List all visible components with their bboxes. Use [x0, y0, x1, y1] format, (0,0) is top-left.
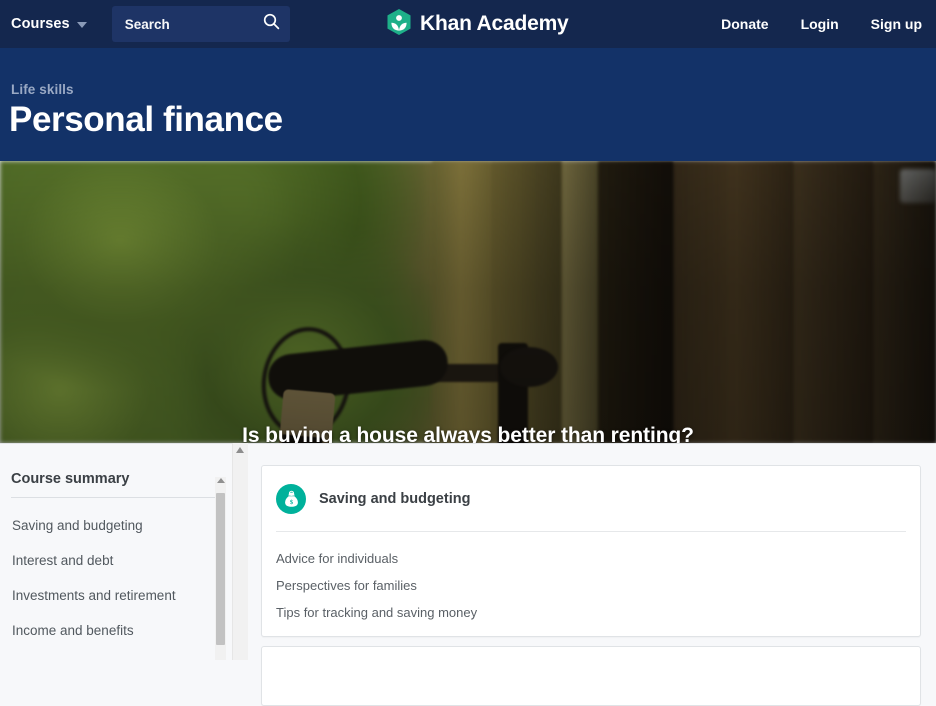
card-lesson-list: Advice for individuals Perspectives for …: [262, 532, 920, 626]
sidebar-divider: [11, 497, 215, 498]
course-summary-sidebar: Course summary Saving and budgeting Inte…: [0, 444, 215, 661]
brand-name: Khan Academy: [420, 12, 569, 35]
search-input[interactable]: Search: [111, 6, 290, 42]
chevron-down-icon: [76, 22, 87, 28]
card-header[interactable]: $ Saving and budgeting: [262, 466, 920, 514]
sidebar-scrollbar-thumb[interactable]: [216, 493, 225, 645]
course-content-section: Course summary Saving and budgeting Inte…: [0, 443, 936, 706]
courses-menu-label: Courses: [11, 16, 70, 32]
donate-link[interactable]: Donate: [721, 16, 768, 32]
sidebar-item-interest-and-debt[interactable]: Interest and debt: [0, 543, 215, 578]
lesson-link-advice-for-individuals[interactable]: Advice for individuals: [276, 545, 920, 572]
sidebar-item-income-and-benefits[interactable]: Income and benefits: [0, 613, 215, 648]
page-header: Life skills Personal finance: [0, 48, 936, 161]
hero-carousel: Is buying a house always better than ren…: [0, 161, 936, 443]
courses-menu-button[interactable]: Courses: [11, 16, 87, 32]
lesson-link-tips-for-tracking-and-saving[interactable]: Tips for tracking and saving money: [276, 599, 920, 626]
top-navigation-bar: Courses Search Khan Academy Donate Login…: [0, 0, 936, 48]
page-scroll-up-arrow-icon[interactable]: [236, 447, 244, 453]
course-unit-card-next: [261, 646, 921, 706]
course-unit-card: $ Saving and budgeting Advice for indivi…: [261, 465, 921, 637]
login-link[interactable]: Login: [801, 16, 839, 32]
course-cards-region: $ Saving and budgeting Advice for indivi…: [248, 444, 936, 706]
search-icon[interactable]: [263, 13, 280, 35]
search-placeholder: Search: [124, 16, 170, 32]
course-summary-list: Saving and budgeting Interest and debt I…: [0, 508, 215, 648]
hero-title: Is buying a house always better than ren…: [242, 424, 694, 443]
khan-academy-logo-link[interactable]: Khan Academy: [386, 0, 569, 48]
card-title: Saving and budgeting: [319, 491, 471, 507]
page-scrollbar[interactable]: [232, 443, 248, 660]
signup-link[interactable]: Sign up: [871, 16, 922, 32]
top-nav-links: Donate Login Sign up: [721, 0, 922, 48]
hero-overlay-scrim: [0, 161, 936, 443]
page-title: Personal finance: [9, 100, 283, 139]
sidebar-item-investments-and-retirement[interactable]: Investments and retirement: [0, 578, 215, 613]
breadcrumb[interactable]: Life skills: [11, 82, 74, 97]
lesson-link-perspectives-for-families[interactable]: Perspectives for families: [276, 572, 920, 599]
money-bag-icon: $: [276, 484, 306, 514]
sidebar-scroll-up-arrow-icon[interactable]: [217, 478, 225, 483]
course-summary-heading: Course summary: [11, 471, 130, 487]
sidebar-item-saving-and-budgeting[interactable]: Saving and budgeting: [0, 508, 215, 543]
khan-academy-leaf-icon: [386, 8, 412, 41]
